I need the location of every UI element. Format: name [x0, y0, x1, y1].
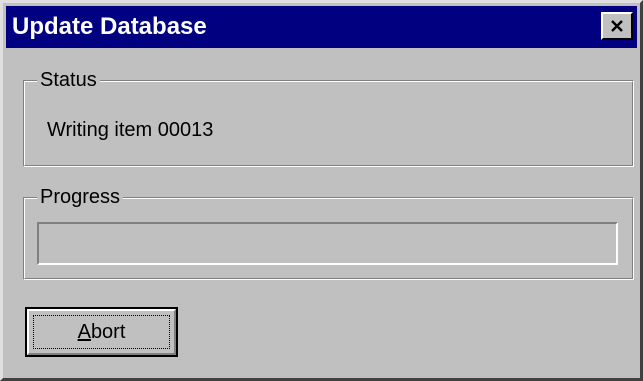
progress-group-label: Progress	[37, 186, 124, 208]
abort-button-label: Abort	[77, 320, 126, 343]
abort-button[interactable]: Abort	[25, 307, 178, 357]
progress-bar	[37, 222, 618, 265]
status-group-label: Status	[37, 69, 100, 91]
status-text: Writing item 00013	[47, 119, 214, 141]
dialog-window: Update Database Status Writing item 0001…	[0, 0, 643, 381]
window-title: Update Database	[12, 13, 207, 40]
title-bar[interactable]: Update Database	[6, 6, 637, 48]
close-icon	[610, 20, 624, 32]
close-button[interactable]	[601, 12, 633, 40]
